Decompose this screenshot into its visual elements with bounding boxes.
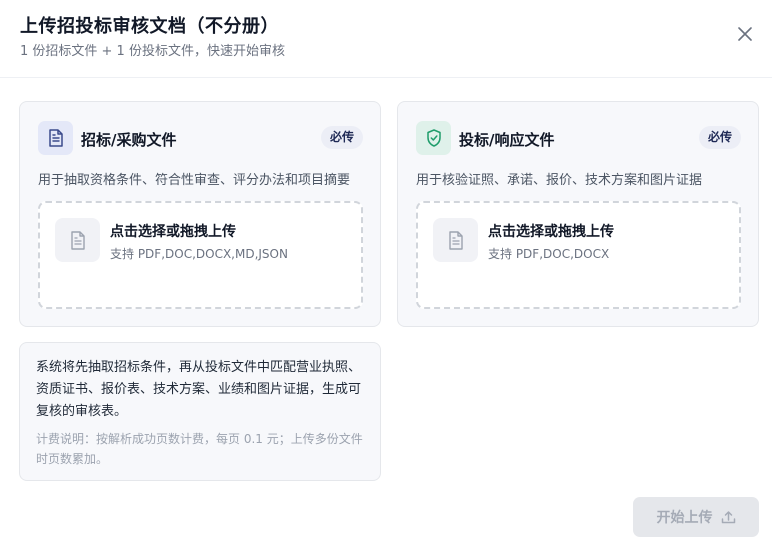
close-button[interactable] (733, 22, 757, 46)
file-icon (70, 230, 85, 250)
upload-icon (721, 511, 735, 524)
bid-dropzone-icon-box (433, 218, 478, 262)
tender-required-badge: 必传 (320, 126, 363, 149)
dialog-subtitle: 1 份招标文件 + 1 份投标文件，快速开始审核 (20, 44, 285, 59)
close-icon (738, 27, 752, 41)
tender-dropzone[interactable]: 点击选择或拖拽上传 支持 PDF,DOC,DOCX,MD,JSON (38, 201, 363, 309)
billing-note: 计费说明：按解析成功页数计费，每页 0.1 元；上传多份文件时页数累加。 (36, 432, 363, 466)
dialog-header: 上传招投标审核文档（不分册） 1 份招标文件 + 1 份投标文件，快速开始审核 (0, 0, 772, 78)
start-upload-button[interactable]: 开始上传 (633, 497, 759, 537)
bid-file-card: 投标/响应文件 必传 用于核验证照、承诺、报价、技术方案和图片证据 点击选择或拖… (397, 101, 759, 327)
document-icon (48, 129, 63, 147)
process-description: 系统将先抽取招标条件，再从投标文件中匹配营业执照、资质证书、报价表、技术方案、业… (36, 360, 362, 419)
dialog-title: 上传招投标审核文档（不分册） (20, 16, 279, 37)
bid-card-description: 用于核验证照、承诺、报价、技术方案和图片证据 (416, 173, 703, 188)
bid-dropzone[interactable]: 点击选择或拖拽上传 支持 PDF,DOC,DOCX (416, 201, 741, 309)
tender-card-description: 用于抽取资格条件、符合性审查、评分办法和项目摘要 (38, 173, 351, 188)
bid-card-title: 投标/响应文件 (459, 131, 555, 149)
file-icon (448, 230, 463, 250)
process-info-card: 系统将先抽取招标条件，再从投标文件中匹配营业执照、资质证书、报价表、技术方案、业… (19, 342, 381, 481)
tender-icon-box (38, 121, 73, 155)
bid-dropzone-hint: 支持 PDF,DOC,DOCX (488, 247, 610, 261)
tender-dropzone-icon-box (55, 218, 100, 262)
shield-check-icon (426, 129, 441, 147)
tender-dropzone-title: 点击选择或拖拽上传 (110, 224, 236, 240)
bid-icon-box (416, 121, 451, 155)
tender-card-title: 招标/采购文件 (81, 131, 177, 149)
start-upload-label: 开始上传 (656, 510, 713, 526)
bid-required-badge: 必传 (698, 126, 741, 149)
tender-file-card: 招标/采购文件 必传 用于抽取资格条件、符合性审查、评分办法和项目摘要 点击选择… (19, 101, 381, 327)
tender-dropzone-hint: 支持 PDF,DOC,DOCX,MD,JSON (110, 247, 288, 261)
bid-dropzone-title: 点击选择或拖拽上传 (488, 224, 614, 240)
